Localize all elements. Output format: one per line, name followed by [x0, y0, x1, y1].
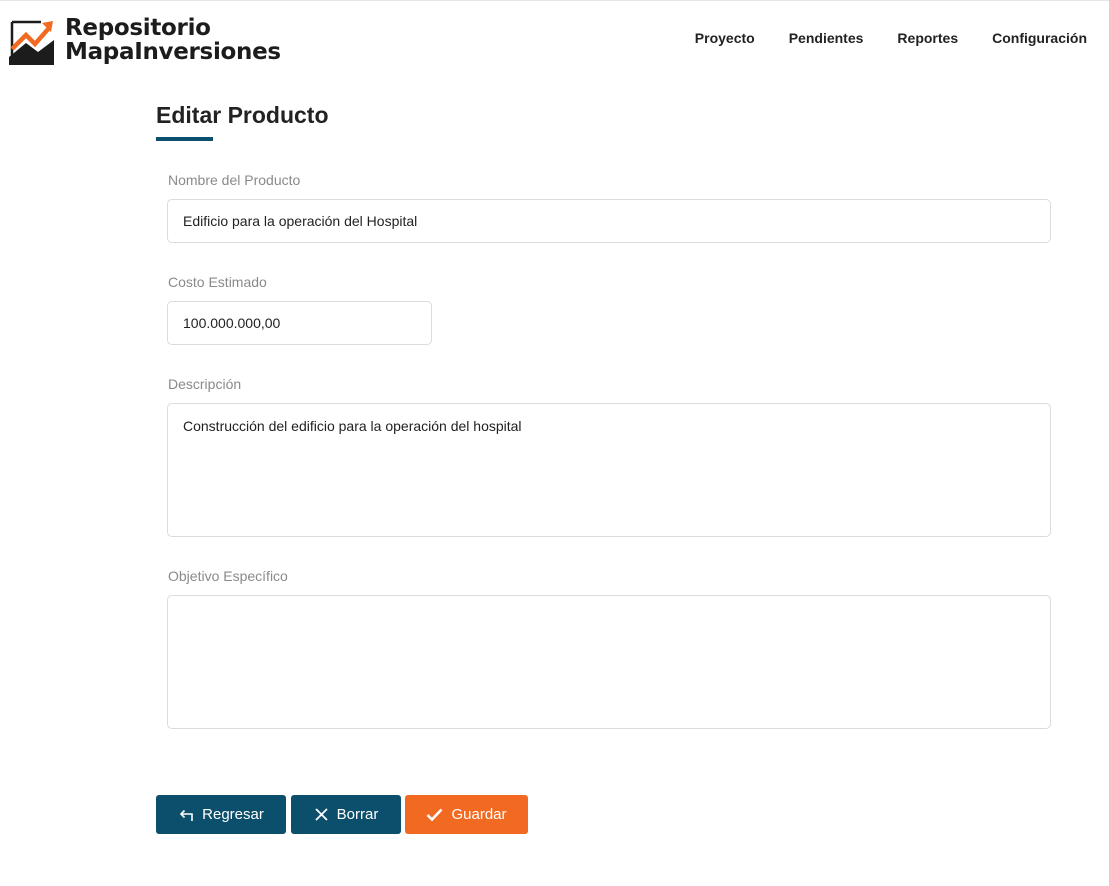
- save-button-label: Guardar: [451, 806, 507, 823]
- brand-name-line1: Repositorio: [65, 15, 211, 41]
- back-button[interactable]: Regresar: [156, 795, 286, 834]
- nav-item-configuracion[interactable]: Configuración: [992, 30, 1087, 46]
- delete-button[interactable]: Borrar: [291, 795, 401, 834]
- product-name-input[interactable]: [167, 199, 1051, 243]
- back-button-label: Regresar: [202, 806, 264, 823]
- estimated-cost-input[interactable]: [167, 301, 432, 345]
- delete-button-label: Borrar: [336, 806, 379, 823]
- save-button[interactable]: Guardar: [405, 795, 528, 834]
- brand-name-line2: MapaInversiones: [65, 39, 281, 65]
- checkmark-icon: [427, 808, 443, 822]
- trend-chart-logo-icon: [9, 20, 54, 65]
- brand-logo[interactable]: Repositorio MapaInversiones: [9, 16, 281, 65]
- description-label: Descripción: [168, 376, 242, 392]
- nav-item-reportes[interactable]: Reportes: [897, 30, 958, 46]
- return-arrow-icon: [180, 809, 193, 821]
- nav-item-pendientes[interactable]: Pendientes: [789, 30, 864, 46]
- brand-name: Repositorio MapaInversiones: [65, 16, 281, 64]
- description-textarea[interactable]: Construcción del edificio para la operac…: [167, 403, 1051, 537]
- page-title: Editar Producto: [156, 102, 329, 128]
- nav-item-proyecto[interactable]: Proyecto: [695, 30, 755, 46]
- specific-objective-label: Objetivo Específico: [168, 568, 288, 584]
- title-underline: [156, 137, 213, 141]
- close-icon: [315, 808, 328, 821]
- main-nav: Proyecto Pendientes Reportes Configuraci…: [695, 30, 1087, 46]
- site-header: Repositorio MapaInversiones Proyecto Pen…: [0, 1, 1109, 75]
- product-name-label: Nombre del Producto: [168, 172, 301, 188]
- specific-objective-textarea[interactable]: [167, 595, 1051, 729]
- estimated-cost-label: Costo Estimado: [168, 274, 267, 290]
